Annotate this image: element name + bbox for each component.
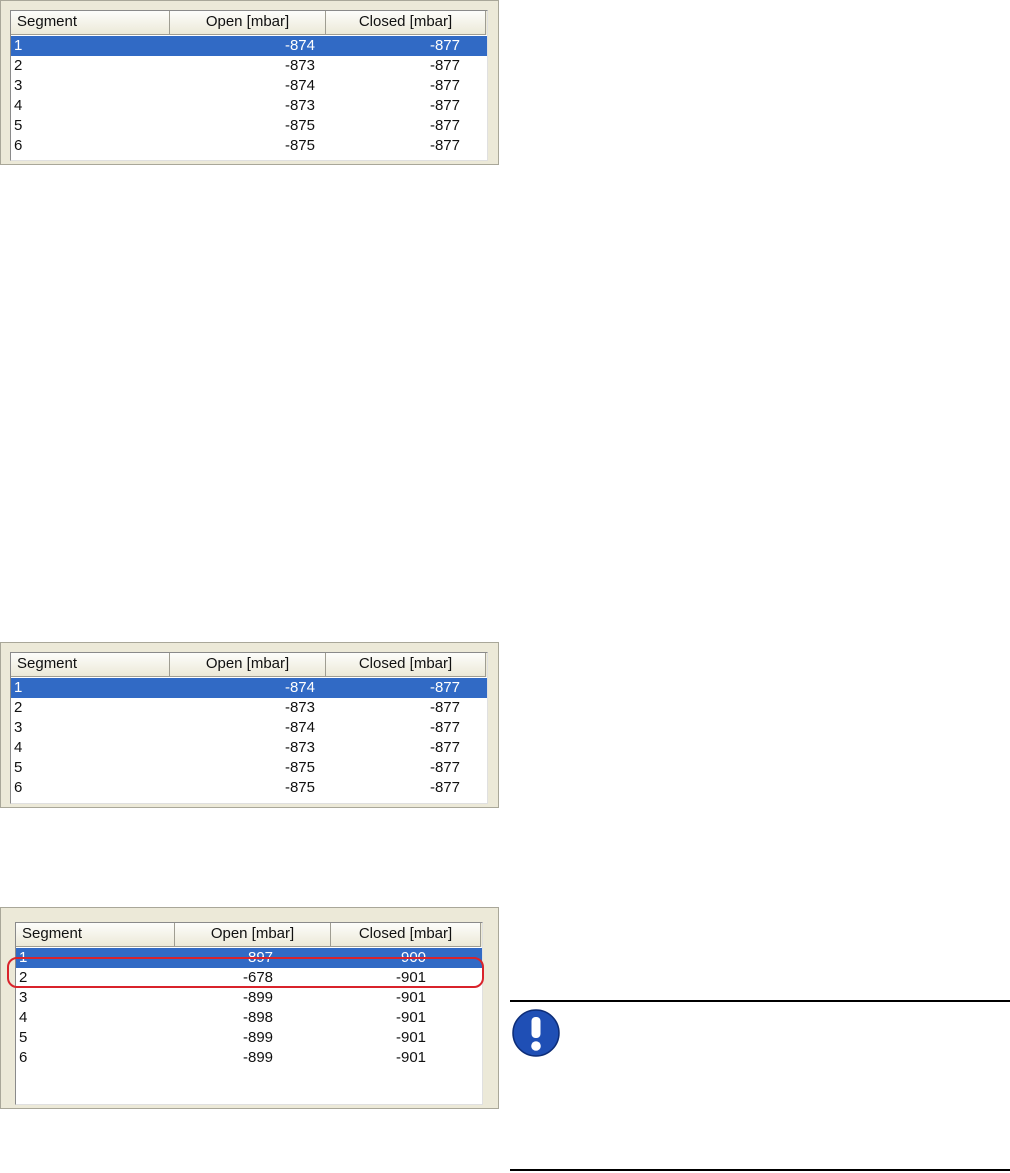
table-row[interactable]: 6 -899 -901 [16, 1048, 482, 1068]
table-row[interactable]: 4 -873 -877 [11, 96, 487, 116]
cell-open: -899 [242, 1049, 274, 1066]
column-header-closed[interactable]: Closed [mbar] [331, 923, 481, 947]
table-row[interactable]: 5 -899 -901 [16, 1028, 482, 1048]
cell-closed: -877 [429, 137, 460, 154]
cell-segment: 3 [19, 989, 28, 1006]
table-row[interactable]: 5 -875 -877 [11, 116, 487, 136]
table-row[interactable]: 6 -875 -877 [11, 136, 487, 156]
exclamation-icon [511, 1008, 561, 1058]
cell-closed: -900 [395, 949, 427, 966]
cell-segment: 3 [14, 77, 23, 94]
cell-segment: 5 [14, 759, 23, 776]
cell-closed: -877 [429, 679, 460, 696]
cell-closed: -901 [395, 1049, 427, 1066]
cell-closed: -877 [429, 97, 460, 114]
column-header-open[interactable]: Open [mbar] [175, 923, 331, 947]
cell-segment: 2 [19, 969, 28, 986]
cell-open: -875 [284, 117, 315, 134]
cell-closed: -901 [395, 969, 427, 986]
note-top-rule [510, 1000, 1010, 1002]
list-header: Segment Open [mbar] Closed [mbar] [11, 11, 487, 35]
cell-open: -897 [242, 949, 274, 966]
cell-segment: 6 [19, 1049, 28, 1066]
cell-segment: 6 [14, 137, 23, 154]
cell-closed: -901 [395, 1009, 427, 1026]
table-row[interactable]: 3 -899 -901 [16, 988, 482, 1008]
cell-closed: -877 [429, 117, 460, 134]
list-view[interactable]: Segment Open [mbar] Closed [mbar] 1 -874 -… [10, 652, 488, 804]
cell-closed: -877 [429, 779, 460, 796]
list-view[interactable]: Segment Open [mbar] Closed [mbar] 1 -874 -… [10, 10, 488, 161]
pressure-table-3: Segment Open [mbar] Closed [mbar] 1 -897 -… [0, 907, 499, 1109]
cell-segment: 2 [14, 57, 23, 74]
cell-segment: 1 [19, 949, 28, 966]
list-body: 1 -874 -877 2 -873 -877 3 -874 -877 4 -873 -877 5 -87… [11, 677, 487, 798]
table-row[interactable]: 2 -678 -901 [16, 968, 482, 988]
cell-open: -873 [284, 57, 315, 74]
cell-open: -873 [284, 699, 315, 716]
table-row[interactable]: 1 -897 -900 [16, 948, 482, 968]
table-row[interactable]: 2 -873 -877 [11, 56, 487, 76]
cell-open: -874 [284, 77, 315, 94]
note-bottom-rule [510, 1169, 1010, 1171]
cell-open: -873 [284, 97, 315, 114]
cell-segment: 4 [14, 97, 23, 114]
column-header-closed[interactable]: Closed [mbar] [326, 653, 486, 677]
cell-open: -874 [284, 37, 315, 54]
table-row[interactable]: 1 -874 -877 [11, 678, 487, 698]
cell-closed: -877 [429, 57, 460, 74]
cell-segment: 6 [14, 779, 23, 796]
cell-closed: -877 [429, 699, 460, 716]
cell-closed: -877 [429, 37, 460, 54]
list-body: 1 -874 -877 2 -873 -877 3 -874 -877 4 -873 -877 5 -87… [11, 35, 487, 156]
table-row[interactable]: 4 -898 -901 [16, 1008, 482, 1028]
cell-segment: 4 [19, 1009, 28, 1026]
table-row[interactable]: 6 -875 -877 [11, 778, 487, 798]
list-body: 1 -897 -900 2 -678 -901 3 -899 -901 4 -898 -901 5 -89… [16, 947, 482, 1068]
cell-segment: 3 [14, 719, 23, 736]
cell-segment: 4 [14, 739, 23, 756]
column-header-segment[interactable]: Segment [16, 923, 175, 947]
list-header: Segment Open [mbar] Closed [mbar] [11, 653, 487, 677]
pressure-table-1: Segment Open [mbar] Closed [mbar] 1 -874 -… [0, 0, 499, 165]
cell-closed: -877 [429, 739, 460, 756]
cell-open: -875 [284, 759, 315, 776]
table-row[interactable]: 5 -875 -877 [11, 758, 487, 778]
column-header-open[interactable]: Open [mbar] [170, 653, 326, 677]
cell-closed: -901 [395, 989, 427, 1006]
cell-segment: 1 [14, 679, 23, 696]
table-row[interactable]: 3 -874 -877 [11, 718, 487, 738]
list-view[interactable]: Segment Open [mbar] Closed [mbar] 1 -897 -… [15, 922, 483, 1105]
column-header-open[interactable]: Open [mbar] [170, 11, 326, 35]
cell-open: -875 [284, 779, 315, 796]
cell-open: -874 [284, 679, 315, 696]
table-row[interactable]: 4 -873 -877 [11, 738, 487, 758]
cell-open: -875 [284, 137, 315, 154]
cell-open: -898 [242, 1009, 274, 1026]
cell-open: -873 [284, 739, 315, 756]
cell-closed: -877 [429, 77, 460, 94]
pressure-table-2: Segment Open [mbar] Closed [mbar] 1 -874 -… [0, 642, 499, 808]
cell-segment: 5 [19, 1029, 28, 1046]
cell-open: -678 [242, 969, 274, 986]
column-header-segment[interactable]: Segment [11, 653, 170, 677]
table-row[interactable]: 1 -874 -877 [11, 36, 487, 56]
column-header-closed[interactable]: Closed [mbar] [326, 11, 486, 35]
cell-segment: 1 [14, 37, 23, 54]
table-row[interactable]: 2 -873 -877 [11, 698, 487, 718]
cell-open: -899 [242, 989, 274, 1006]
cell-closed: -901 [395, 1029, 427, 1046]
cell-open: -874 [284, 719, 315, 736]
cell-segment: 2 [14, 699, 23, 716]
column-header-segment[interactable]: Segment [11, 11, 170, 35]
table-row[interactable]: 3 -874 -877 [11, 76, 487, 96]
cell-open: -899 [242, 1029, 274, 1046]
cell-closed: -877 [429, 719, 460, 736]
list-header: Segment Open [mbar] Closed [mbar] [16, 923, 482, 947]
cell-closed: -877 [429, 759, 460, 776]
cell-segment: 5 [14, 117, 23, 134]
